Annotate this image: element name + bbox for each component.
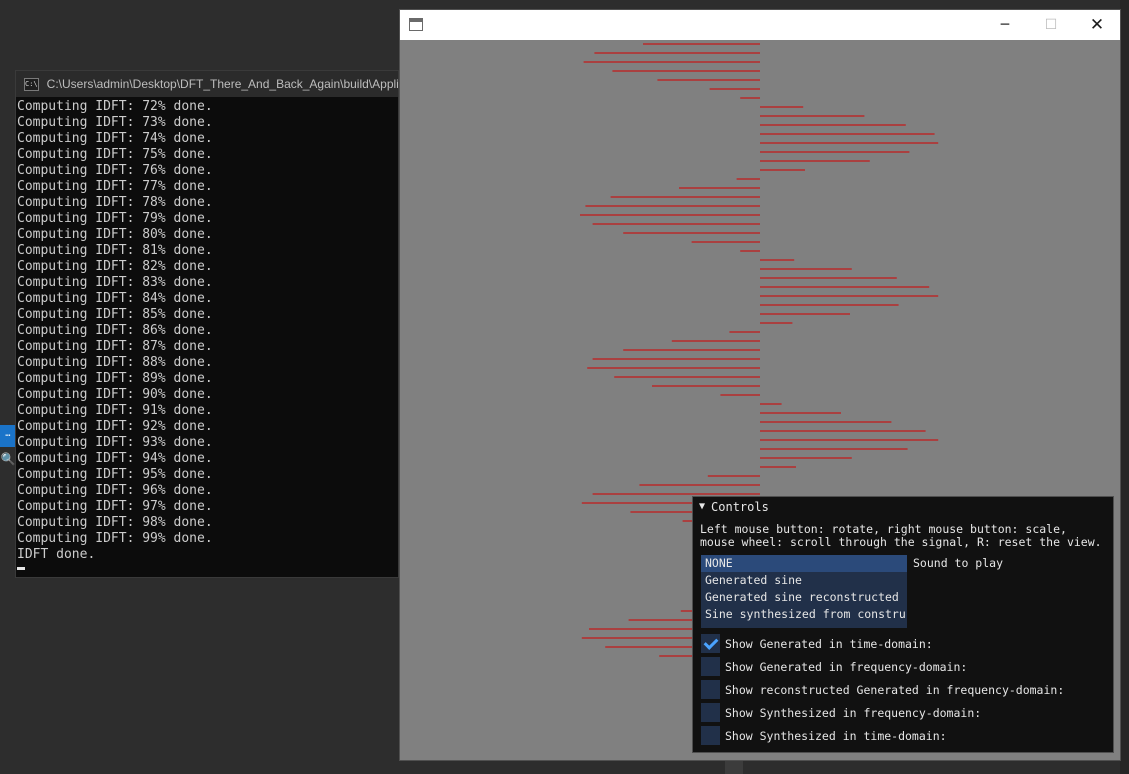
controls-panel[interactable]: ▼ Controls Left mouse button: rotate, ri… <box>692 496 1114 753</box>
console-line: Computing IDFT: 78% done. <box>17 195 213 210</box>
checkbox-label: Show Generated in time-domain: <box>725 636 933 651</box>
controls-header[interactable]: ▼ Controls <box>693 497 1113 516</box>
checkbox-row[interactable]: Show Synthesized in frequency-domain: <box>701 703 1064 722</box>
console-line: Computing IDFT: 89% done. <box>17 371 213 386</box>
console-line: Computing IDFT: 91% done. <box>17 403 213 418</box>
console-line: Computing IDFT: 75% done. <box>17 147 213 162</box>
checkbox[interactable] <box>701 634 720 653</box>
checkbox-row[interactable]: Show Generated in time-domain: <box>701 634 1064 653</box>
console-line: Computing IDFT: 99% done. <box>17 531 213 546</box>
console-line: Computing IDFT: 76% done. <box>17 163 213 178</box>
console-line: Computing IDFT: 72% done. <box>17 99 213 114</box>
console-line: Computing IDFT: 92% done. <box>17 419 213 434</box>
console-line: Computing IDFT: 82% done. <box>17 259 213 274</box>
console-line: Computing IDFT: 73% done. <box>17 115 213 130</box>
search-icon[interactable]: 🔍 <box>0 449 16 469</box>
help-line-2: mouse wheel: scroll through the signal, … <box>700 535 1102 549</box>
console-titlebar[interactable]: C:\ C:\Users\admin\Desktop\DFT_There_And… <box>16 71 398 97</box>
console-line: Computing IDFT: 96% done. <box>17 483 213 498</box>
app-window-icon <box>409 18 423 31</box>
background-scrollbar <box>725 760 743 774</box>
controls-help: Left mouse button: rotate, right mouse b… <box>693 516 1113 549</box>
console-line: Computing IDFT: 97% done. <box>17 499 213 514</box>
sound-option[interactable]: Generated sine <box>701 572 907 589</box>
console-icon: C:\ <box>24 77 39 91</box>
maximize-button[interactable]: ☐ <box>1028 10 1074 40</box>
checkbox-label: Show reconstructed Generated in frequenc… <box>725 682 1065 697</box>
checkbox-row[interactable]: Show Generated in frequency-domain: <box>701 657 1064 676</box>
console-line: Computing IDFT: 95% done. <box>17 467 213 482</box>
checkbox[interactable] <box>701 726 720 745</box>
console-line: Computing IDFT: 84% done. <box>17 291 213 306</box>
checkbox-row[interactable]: Show Synthesized in time-domain: <box>701 726 1064 745</box>
console-cursor <box>17 567 25 570</box>
console-line: Computing IDFT: 90% done. <box>17 387 213 402</box>
checkbox[interactable] <box>701 703 720 722</box>
console-line: Computing IDFT: 83% done. <box>17 275 213 290</box>
checkbox-group: Show Generated in time-domain: Show Gener… <box>701 634 1064 749</box>
sound-listbox[interactable]: NONE Generated sine Generated sine reconst… <box>701 555 907 628</box>
checkbox-label: Show Generated in frequency-domain: <box>725 659 968 674</box>
console-line: Computing IDFT: 86% done. <box>17 323 213 338</box>
console-line: Computing IDFT: 81% done. <box>17 243 213 258</box>
console-line: Computing IDFT: 88% done. <box>17 355 213 370</box>
console-line: Computing IDFT: 93% done. <box>17 435 213 450</box>
console-line: Computing IDFT: 85% done. <box>17 307 213 322</box>
minimize-button[interactable]: ─ <box>982 10 1028 40</box>
app-titlebar[interactable]: ─ ☐ ✕ <box>400 10 1120 40</box>
console-line: IDFT done. <box>17 547 96 562</box>
background-strip <box>1120 0 1129 774</box>
checkbox-label: Show Synthesized in frequency-domain: <box>725 705 982 720</box>
console-line: Computing IDFT: 79% done. <box>17 211 213 226</box>
checkbox-row[interactable]: Show reconstructed Generated in frequenc… <box>701 680 1064 699</box>
sound-option[interactable]: Sine synthesized from constru <box>701 606 907 623</box>
console-line: Computing IDFT: 98% done. <box>17 515 213 530</box>
console-line: Computing IDFT: 74% done. <box>17 131 213 146</box>
sound-option[interactable]: NONE <box>701 555 907 572</box>
console-output: Computing IDFT: 72% done. Computing IDFT:… <box>16 97 398 570</box>
console-title: C:\Users\admin\Desktop\DFT_There_And_Bac… <box>46 77 398 91</box>
console-line: Computing IDFT: 94% done. <box>17 451 213 466</box>
console-line: Computing IDFT: 87% done. <box>17 339 213 354</box>
checkbox-label: Show Synthesized in time-domain: <box>725 728 947 743</box>
checkbox[interactable] <box>701 680 720 699</box>
desktop: ⋯ 🔍 C:\ C:\Users\admin\Desktop\DFT_There… <box>0 0 1129 774</box>
controls-title: Controls <box>711 499 769 514</box>
console-line: Computing IDFT: 77% done. <box>17 179 213 194</box>
console-line: Computing IDFT: 80% done. <box>17 227 213 242</box>
taskbar-tab-icon[interactable]: ⋯ <box>0 425 16 447</box>
close-button[interactable]: ✕ <box>1074 10 1120 40</box>
console-window[interactable]: C:\ C:\Users\admin\Desktop\DFT_There_And… <box>15 70 399 578</box>
collapse-arrow-icon[interactable]: ▼ <box>699 501 705 512</box>
sound-listbox-label: Sound to play <box>913 556 1004 570</box>
sound-option[interactable]: Generated sine reconstructed <box>701 589 907 606</box>
help-line-1: Left mouse button: rotate, right mouse b… <box>700 522 1067 536</box>
checkbox[interactable] <box>701 657 720 676</box>
